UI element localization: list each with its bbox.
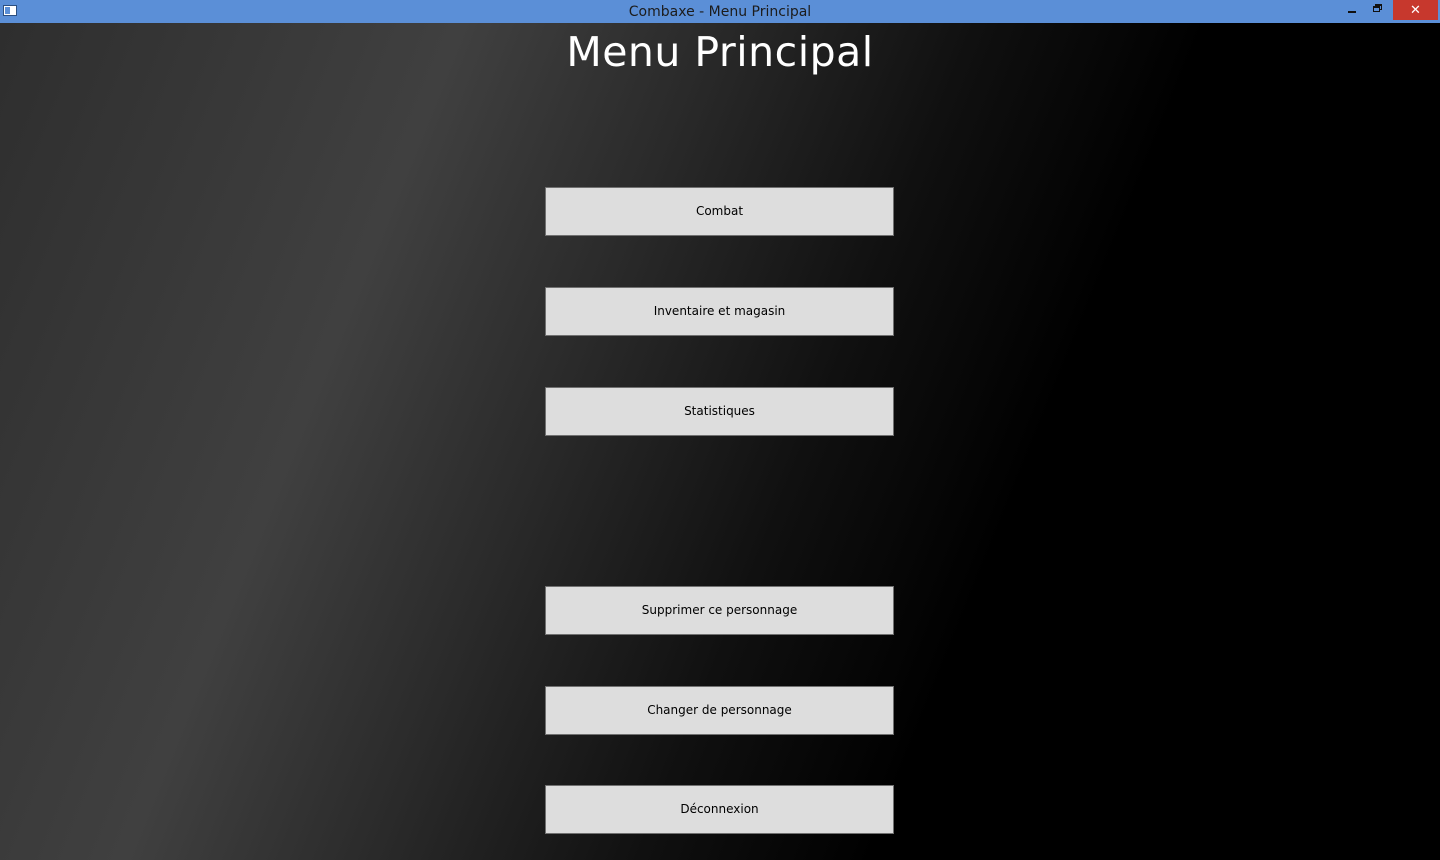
inventory-shop-button[interactable]: Inventaire et magasin	[545, 287, 894, 336]
statistics-button[interactable]: Statistiques	[545, 387, 894, 436]
minimize-icon	[1348, 11, 1356, 13]
logout-button[interactable]: Déconnexion	[545, 785, 894, 834]
close-icon: ✕	[1410, 3, 1421, 18]
window-title: Combaxe - Menu Principal	[628, 4, 812, 20]
main-menu-panel: Menu Principal Combat Inventaire et maga…	[0, 23, 1440, 860]
delete-character-button[interactable]: Supprimer ce personnage	[545, 586, 894, 635]
restore-icon-front	[1373, 6, 1380, 12]
app-window: Combaxe - Menu Principal ✕ Menu Principa…	[0, 0, 1440, 860]
change-character-button[interactable]: Changer de personnage	[545, 686, 894, 735]
combat-button[interactable]: Combat	[545, 187, 894, 236]
restore-button[interactable]	[1366, 0, 1390, 21]
page-title: Menu Principal	[566, 28, 874, 76]
minimize-button[interactable]	[1340, 0, 1364, 21]
close-button[interactable]: ✕	[1393, 0, 1438, 20]
title-bar[interactable]: Combaxe - Menu Principal ✕	[0, 0, 1440, 23]
